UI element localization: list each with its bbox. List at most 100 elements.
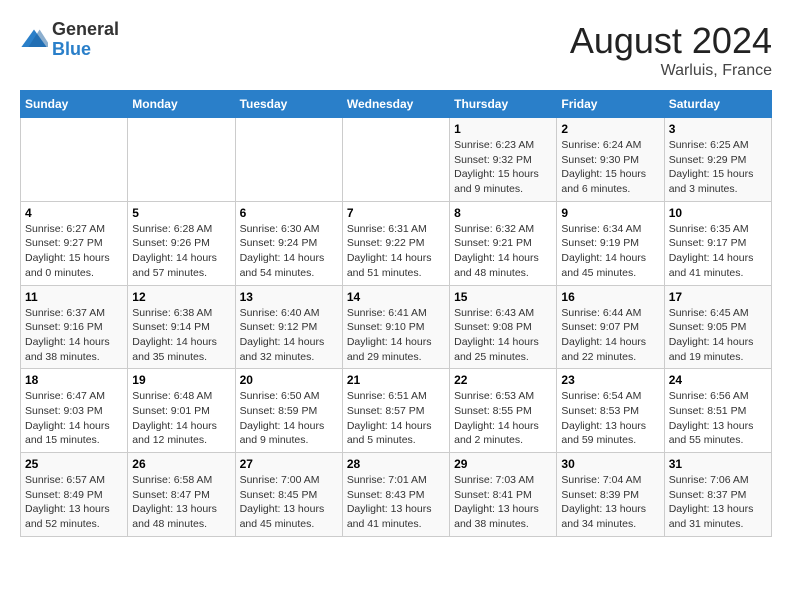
day-info: Sunrise: 6:27 AMSunset: 9:27 PMDaylight:… xyxy=(25,222,123,281)
calendar-cell: 17 Sunrise: 6:45 AMSunset: 9:05 PMDayligh… xyxy=(664,285,771,369)
calendar-cell: 1 Sunrise: 6:23 AMSunset: 9:32 PMDaylight… xyxy=(450,118,557,202)
day-info: Sunrise: 7:01 AMSunset: 8:43 PMDaylight:… xyxy=(347,473,445,532)
calendar-table: SundayMondayTuesdayWednesdayThursdayFrid… xyxy=(20,90,772,537)
day-number: 31 xyxy=(669,457,767,471)
day-info: Sunrise: 6:48 AMSunset: 9:01 PMDaylight:… xyxy=(132,389,230,448)
calendar-cell: 4 Sunrise: 6:27 AMSunset: 9:27 PMDaylight… xyxy=(21,201,128,285)
calendar-cell: 7Sunrise: 6:31 AMSunset: 9:22 PMDaylight… xyxy=(342,201,449,285)
day-info: Sunrise: 6:50 AMSunset: 8:59 PMDaylight:… xyxy=(240,389,338,448)
day-info: Sunrise: 7:00 AMSunset: 8:45 PMDaylight:… xyxy=(240,473,338,532)
calendar-week-row: 1 Sunrise: 6:23 AMSunset: 9:32 PMDaylight… xyxy=(21,118,772,202)
page-header: General Blue August 2024 Warluis, France xyxy=(20,20,772,80)
day-info: Sunrise: 6:34 AMSunset: 9:19 PMDaylight:… xyxy=(561,222,659,281)
calendar-cell: 21 Sunrise: 6:51 AMSunset: 8:57 PMDayligh… xyxy=(342,369,449,453)
calendar-cell: 22Sunrise: 6:53 AMSunset: 8:55 PMDayligh… xyxy=(450,369,557,453)
day-number: 18 xyxy=(25,373,123,387)
day-number: 19 xyxy=(132,373,230,387)
calendar-cell: 5 Sunrise: 6:28 AMSunset: 9:26 PMDaylight… xyxy=(128,201,235,285)
day-info: Sunrise: 6:56 AMSunset: 8:51 PMDaylight:… xyxy=(669,389,767,448)
calendar-cell: 13 Sunrise: 6:40 AMSunset: 9:12 PMDayligh… xyxy=(235,285,342,369)
day-number: 14 xyxy=(347,290,445,304)
calendar-cell: 19 Sunrise: 6:48 AMSunset: 9:01 PMDayligh… xyxy=(128,369,235,453)
calendar-week-row: 25 Sunrise: 6:57 AMSunset: 8:49 PMDayligh… xyxy=(21,453,772,537)
day-number: 23 xyxy=(561,373,659,387)
location-subtitle: Warluis, France xyxy=(570,62,772,80)
calendar-cell: 23Sunrise: 6:54 AMSunset: 8:53 PMDayligh… xyxy=(557,369,664,453)
day-of-week-saturday: Saturday xyxy=(664,91,771,118)
day-number: 6 xyxy=(240,206,338,220)
calendar-cell: 6 Sunrise: 6:30 AMSunset: 9:24 PMDaylight… xyxy=(235,201,342,285)
day-number: 1 xyxy=(454,122,552,136)
day-number: 22 xyxy=(454,373,552,387)
day-number: 11 xyxy=(25,290,123,304)
day-info: Sunrise: 6:23 AMSunset: 9:32 PMDaylight:… xyxy=(454,138,552,197)
day-number: 5 xyxy=(132,206,230,220)
calendar-cell: 15 Sunrise: 6:43 AMSunset: 9:08 PMDayligh… xyxy=(450,285,557,369)
calendar-cell: 11 Sunrise: 6:37 AMSunset: 9:16 PMDayligh… xyxy=(21,285,128,369)
day-info: Sunrise: 6:32 AMSunset: 9:21 PMDaylight:… xyxy=(454,222,552,281)
day-info: Sunrise: 6:28 AMSunset: 9:26 PMDaylight:… xyxy=(132,222,230,281)
day-of-week-wednesday: Wednesday xyxy=(342,91,449,118)
day-info: Sunrise: 6:47 AMSunset: 9:03 PMDaylight:… xyxy=(25,389,123,448)
day-info: Sunrise: 6:51 AMSunset: 8:57 PMDaylight:… xyxy=(347,389,445,448)
day-info: Sunrise: 6:24 AMSunset: 9:30 PMDaylight:… xyxy=(561,138,659,197)
day-info: Sunrise: 6:37 AMSunset: 9:16 PMDaylight:… xyxy=(25,306,123,365)
day-info: Sunrise: 6:35 AMSunset: 9:17 PMDaylight:… xyxy=(669,222,767,281)
calendar-week-row: 18 Sunrise: 6:47 AMSunset: 9:03 PMDayligh… xyxy=(21,369,772,453)
day-number: 8 xyxy=(454,206,552,220)
logo: General Blue xyxy=(20,20,119,60)
calendar-header-row: SundayMondayTuesdayWednesdayThursdayFrid… xyxy=(21,91,772,118)
day-of-week-friday: Friday xyxy=(557,91,664,118)
month-year-title: August 2024 xyxy=(570,20,772,62)
day-number: 10 xyxy=(669,206,767,220)
day-info: Sunrise: 6:41 AMSunset: 9:10 PMDaylight:… xyxy=(347,306,445,365)
day-number: 27 xyxy=(240,457,338,471)
day-info: Sunrise: 7:03 AMSunset: 8:41 PMDaylight:… xyxy=(454,473,552,532)
calendar-cell: 9 Sunrise: 6:34 AMSunset: 9:19 PMDaylight… xyxy=(557,201,664,285)
day-info: Sunrise: 6:43 AMSunset: 9:08 PMDaylight:… xyxy=(454,306,552,365)
calendar-cell xyxy=(21,118,128,202)
logo-icon xyxy=(20,26,48,54)
day-number: 28 xyxy=(347,457,445,471)
calendar-cell xyxy=(128,118,235,202)
day-number: 13 xyxy=(240,290,338,304)
calendar-cell: 27 Sunrise: 7:00 AMSunset: 8:45 PMDayligh… xyxy=(235,453,342,537)
day-number: 25 xyxy=(25,457,123,471)
day-number: 15 xyxy=(454,290,552,304)
calendar-cell: 16 Sunrise: 6:44 AMSunset: 9:07 PMDayligh… xyxy=(557,285,664,369)
calendar-cell: 8 Sunrise: 6:32 AMSunset: 9:21 PMDaylight… xyxy=(450,201,557,285)
calendar-cell: 26Sunrise: 6:58 AMSunset: 8:47 PMDayligh… xyxy=(128,453,235,537)
day-info: Sunrise: 6:30 AMSunset: 9:24 PMDaylight:… xyxy=(240,222,338,281)
calendar-cell: 10 Sunrise: 6:35 AMSunset: 9:17 PMDayligh… xyxy=(664,201,771,285)
calendar-cell: 12Sunrise: 6:38 AMSunset: 9:14 PMDayligh… xyxy=(128,285,235,369)
day-number: 21 xyxy=(347,373,445,387)
logo-blue-text: Blue xyxy=(52,39,91,59)
day-of-week-monday: Monday xyxy=(128,91,235,118)
day-info: Sunrise: 6:58 AMSunset: 8:47 PMDaylight:… xyxy=(132,473,230,532)
calendar-cell: 30 Sunrise: 7:04 AMSunset: 8:39 PMDayligh… xyxy=(557,453,664,537)
day-of-week-tuesday: Tuesday xyxy=(235,91,342,118)
day-number: 30 xyxy=(561,457,659,471)
calendar-cell xyxy=(235,118,342,202)
day-info: Sunrise: 6:45 AMSunset: 9:05 PMDaylight:… xyxy=(669,306,767,365)
day-number: 9 xyxy=(561,206,659,220)
day-info: Sunrise: 7:04 AMSunset: 8:39 PMDaylight:… xyxy=(561,473,659,532)
calendar-week-row: 4 Sunrise: 6:27 AMSunset: 9:27 PMDaylight… xyxy=(21,201,772,285)
day-number: 17 xyxy=(669,290,767,304)
day-info: Sunrise: 6:44 AMSunset: 9:07 PMDaylight:… xyxy=(561,306,659,365)
day-info: Sunrise: 6:38 AMSunset: 9:14 PMDaylight:… xyxy=(132,306,230,365)
logo-general-text: General xyxy=(52,19,119,39)
day-number: 7 xyxy=(347,206,445,220)
day-number: 16 xyxy=(561,290,659,304)
day-info: Sunrise: 6:57 AMSunset: 8:49 PMDaylight:… xyxy=(25,473,123,532)
day-info: Sunrise: 6:40 AMSunset: 9:12 PMDaylight:… xyxy=(240,306,338,365)
day-info: Sunrise: 7:06 AMSunset: 8:37 PMDaylight:… xyxy=(669,473,767,532)
calendar-cell: 24 Sunrise: 6:56 AMSunset: 8:51 PMDayligh… xyxy=(664,369,771,453)
day-number: 29 xyxy=(454,457,552,471)
calendar-cell: 29 Sunrise: 7:03 AMSunset: 8:41 PMDayligh… xyxy=(450,453,557,537)
day-number: 2 xyxy=(561,122,659,136)
calendar-cell: 28 Sunrise: 7:01 AMSunset: 8:43 PMDayligh… xyxy=(342,453,449,537)
calendar-cell xyxy=(342,118,449,202)
day-number: 4 xyxy=(25,206,123,220)
day-number: 24 xyxy=(669,373,767,387)
